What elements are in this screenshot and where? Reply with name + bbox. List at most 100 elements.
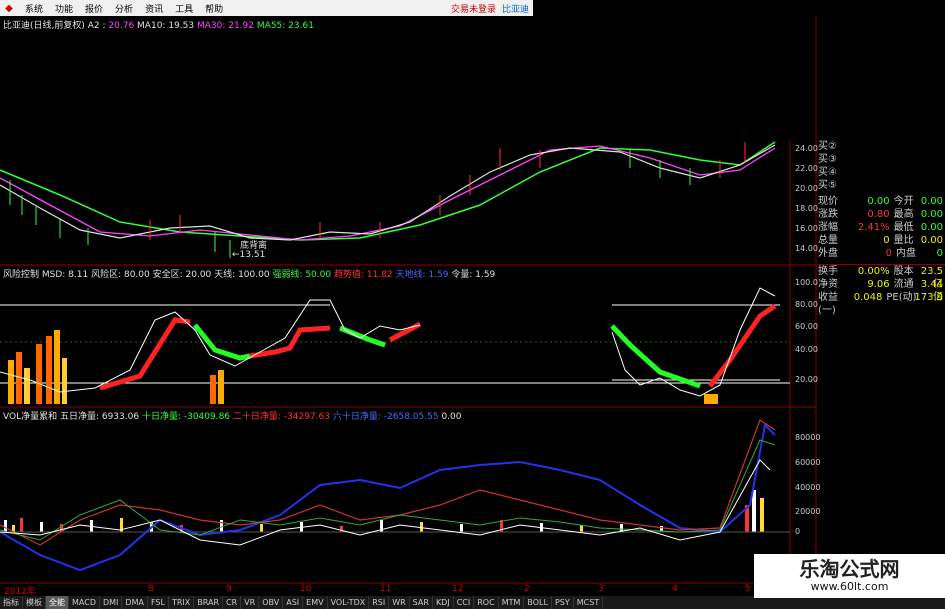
vol-tick: 20000	[795, 507, 821, 516]
msd-header-title: 风险控制 MSD: 8.11	[3, 270, 89, 280]
quote-value2: 0.00	[920, 196, 943, 207]
quote-value: 0.80	[867, 209, 890, 220]
price-tick: 18.00	[795, 204, 818, 213]
quote-value2: 0.00	[920, 235, 943, 246]
tab-dmi[interactable]: DMI	[100, 596, 123, 609]
x-tick: 4	[672, 584, 678, 594]
quote-key: 买③	[818, 154, 837, 165]
msd-header-safe: 安全区: 20.00	[152, 270, 212, 280]
quote-row: 外盘 0 内盘 0	[818, 247, 945, 260]
tab-fsl[interactable]: FSL	[148, 596, 169, 609]
tab-cr[interactable]: CR	[223, 596, 242, 609]
x-tick: 8	[148, 584, 154, 594]
tab-vol-tdx[interactable]: VOL-TDX	[328, 596, 370, 609]
ma30-line	[0, 145, 776, 241]
quote-key: 换手	[818, 266, 838, 277]
msd-header-strength: 强弱线: 50.00	[272, 270, 332, 280]
tab-vr[interactable]: VR	[241, 596, 260, 609]
msd-tick: 100.0	[795, 278, 818, 287]
price-tick: 22.00	[795, 164, 818, 173]
quote-row: 现价 0.00 今开 0.00	[818, 195, 945, 208]
x-tick: 10	[300, 584, 312, 594]
vol-tick: 40000	[795, 483, 821, 492]
price-tick: 20.00	[795, 184, 818, 193]
quote-row: 买②	[818, 140, 945, 153]
vol-green-line	[0, 439, 776, 541]
vol-header-zero: 0.00	[441, 412, 462, 422]
quote-key2: 股本	[893, 266, 914, 277]
tab-cci[interactable]: CCI	[454, 596, 475, 609]
tab-all[interactable]: 全能	[46, 596, 69, 609]
quote-value2: 0	[936, 248, 943, 259]
tab-indicator[interactable]: 指标	[0, 596, 23, 609]
quote-row: 买④	[818, 166, 945, 179]
msd-header-risk: 风险区: 80.00	[91, 270, 150, 280]
quote-key: 买⑤	[818, 180, 837, 191]
tab-boll[interactable]: BOLL	[524, 596, 552, 609]
vol-header-20d: 二十日净量: -34297.63	[232, 412, 331, 422]
tab-template[interactable]: 模板	[23, 596, 46, 609]
quote-key: 总量	[818, 235, 838, 246]
tab-kdj[interactable]: KDJ	[433, 596, 454, 609]
quote-key2: PE(动)	[886, 292, 917, 303]
tab-wr[interactable]: WR	[389, 596, 410, 609]
price-tick: 14.00	[795, 244, 818, 253]
quote-value: 0.00	[867, 196, 890, 207]
x-tick: 12	[452, 584, 464, 594]
quote-key2: 内盘	[896, 248, 916, 259]
watermark: 乐淘公式网 www.60lt.com	[754, 554, 945, 598]
quote-key2: 最高	[893, 209, 914, 220]
price-tick: 24.00	[795, 144, 818, 153]
tab-emv[interactable]: EMV	[303, 596, 328, 609]
x-tick: 5	[745, 584, 751, 594]
quote-key: 涨幅	[818, 222, 838, 233]
msd-tick: 80.00	[795, 300, 818, 309]
vol-red-line	[0, 419, 776, 546]
quote-key: 收益(一)	[818, 292, 838, 316]
x-axis: 2012年 8 9 10 11 12 2 3 4 5	[0, 584, 790, 597]
watermark-url: www.60lt.com	[810, 580, 889, 593]
tab-asi[interactable]: ASI	[283, 596, 304, 609]
quote-value2: 173.9	[914, 292, 943, 303]
quote-row: 买⑤	[818, 179, 945, 192]
quote-value: 0	[883, 235, 890, 246]
msd-red-rise-4	[708, 303, 777, 388]
tab-dma[interactable]: DMA	[122, 596, 148, 609]
ma55-line	[0, 141, 776, 241]
quote-key: 涨跌	[818, 209, 838, 220]
quote-row: 买③	[818, 153, 945, 166]
quote-row: 换手 0.00% 股本 23.5亿	[818, 264, 945, 290]
tab-mcst[interactable]: MCST	[574, 596, 604, 609]
quote-key: 买④	[818, 167, 837, 178]
tab-mtm[interactable]: MTM	[499, 596, 525, 609]
quote-value2: 3.44亿	[920, 279, 943, 303]
tab-brar[interactable]: BRAR	[194, 596, 224, 609]
vol-header-10d: 十日净量: -30409.86	[141, 412, 231, 422]
quote-key: 现价	[818, 196, 838, 207]
tab-rsi[interactable]: RSI	[369, 596, 390, 609]
quote-value: 0	[885, 248, 892, 259]
quote-key: 净资	[818, 279, 838, 290]
quote-row: 收益(一) 0.048 PE(动) 173.9	[818, 291, 945, 316]
msd-green-fall-3	[610, 324, 701, 389]
tab-trix[interactable]: TRIX	[169, 596, 195, 609]
tab-psy[interactable]: PSY	[552, 596, 574, 609]
price-tick: 16.00	[795, 224, 818, 233]
tab-sar[interactable]: SAR	[410, 596, 433, 609]
tab-macd[interactable]: MACD	[69, 596, 100, 609]
quote-value2: 0.00	[920, 222, 943, 233]
tab-roc[interactable]: ROC	[474, 596, 499, 609]
vol-tick: 0	[795, 527, 801, 536]
quote-key2: 最低	[893, 222, 914, 233]
vol-header-title: VOL净量累和 五日净量: 6933.06	[3, 412, 140, 422]
tab-obv[interactable]: OBV	[259, 596, 284, 609]
msd-tick: 60.00	[795, 322, 818, 331]
quote-key: 买②	[818, 141, 837, 152]
msd-header: 风险控制 MSD: 8.11 风险区: 80.00 安全区: 20.00 天线:…	[3, 267, 495, 280]
msd-header-volume: 令量: 1.59	[451, 270, 496, 280]
candlesticks	[9, 142, 746, 258]
vol-blue-line	[0, 422, 776, 572]
quote-value: 2.41%	[857, 222, 890, 233]
quote-value2: 0.00	[920, 209, 943, 220]
msd-tick: 40.00	[795, 345, 818, 354]
